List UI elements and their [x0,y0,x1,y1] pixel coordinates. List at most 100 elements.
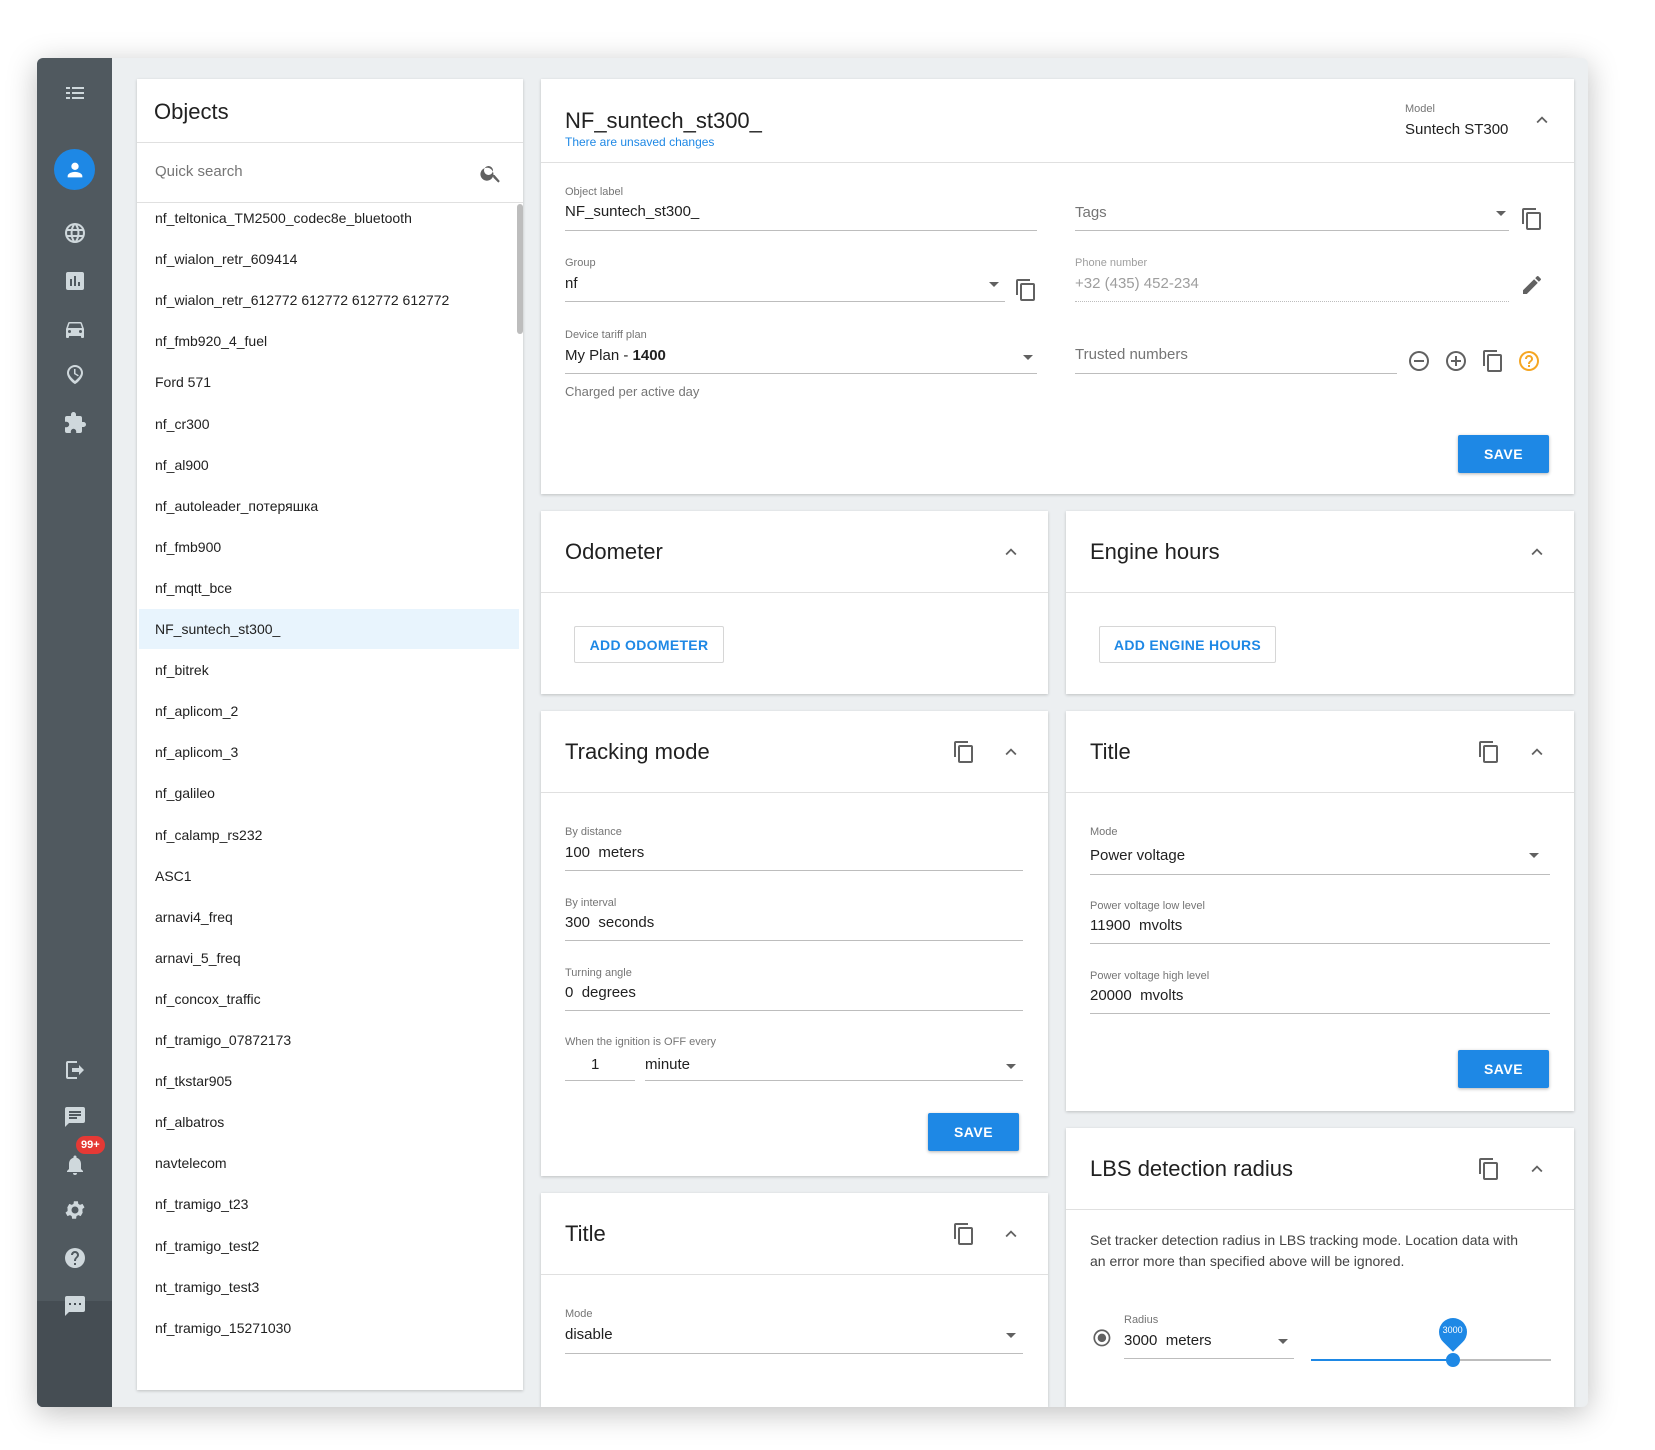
chevron-up-icon[interactable] [1526,1158,1548,1180]
radius-dropdown-arrow[interactable] [1278,1339,1288,1344]
copy-icon[interactable] [952,740,976,764]
object-list-item[interactable]: nf_tramigo_test2 [139,1226,519,1266]
copy-trusted-icon[interactable] [1481,349,1505,373]
copy-group-icon[interactable] [1014,278,1038,302]
chat-icon[interactable] [37,1286,112,1326]
odometer-title: Odometer [565,539,663,564]
ignition-unit-dropdown-arrow[interactable] [1006,1064,1016,1069]
add-circle-icon[interactable] [1444,349,1468,373]
chart-icon[interactable] [37,261,112,301]
object-list-item[interactable]: nf_autoleader_потеряшка [139,486,519,526]
history-icon[interactable] [37,354,112,394]
add-engine-hours-button[interactable]: ADD ENGINE HOURS [1099,626,1276,663]
tariff-select[interactable]: My Plan - 1400 [565,347,666,364]
help-icon[interactable] [37,1238,112,1278]
object-list-item[interactable]: arnavi_5_freq [139,938,519,978]
help-circle-icon[interactable] [1517,349,1541,373]
copy-icon[interactable] [1477,1157,1501,1181]
group-dropdown-arrow[interactable] [989,282,999,287]
object-list-item[interactable]: nf_fmb900 [139,527,519,567]
object-list-item[interactable]: nf_aplicom_2 [139,691,519,731]
car-icon[interactable] [37,309,112,349]
mode-dropdown-arrow[interactable] [1006,1333,1016,1338]
object-list-item[interactable]: nf_cr300 [139,404,519,444]
remove-circle-icon[interactable] [1407,349,1431,373]
object-list-item[interactable]: nf_teltonica_TM2500_codec8e_bluetooth [139,204,519,238]
tags-select[interactable]: Tags [1075,204,1107,221]
chevron-up-icon[interactable] [1000,1223,1022,1245]
tracking-save-button[interactable]: SAVE [928,1113,1019,1151]
ignition-off-unit-select[interactable]: minute [645,1056,690,1073]
device-save-button[interactable]: SAVE [1458,435,1549,473]
object-list-item[interactable]: nf_tramigo_15271030 [139,1308,519,1348]
object-list-item[interactable]: nf_fmb920_4_fuel [139,321,519,361]
object-list-item[interactable]: nf_aplicom_3 [139,732,519,772]
object-list-item[interactable]: nf_tramigo_t23 [139,1184,519,1224]
chevron-up-icon[interactable] [1000,541,1022,563]
search-input[interactable] [155,163,475,180]
high-level-input[interactable]: 20000 mvolts [1090,987,1183,1004]
copy-tags-icon[interactable] [1520,207,1544,231]
radio-button-icon[interactable] [1090,1326,1114,1350]
copy-icon[interactable] [1477,740,1501,764]
menu-toggle-icon[interactable] [37,73,112,113]
turning-angle-input[interactable]: 0 degrees [565,984,636,1001]
globe-icon[interactable] [37,213,112,253]
user-avatar[interactable] [54,149,95,190]
messages-icon[interactable] [37,1097,112,1137]
by-interval-input[interactable]: 300 seconds [565,914,654,931]
lbs-card: LBS detection radius Set tracker detecti… [1066,1128,1574,1407]
object-list-item[interactable]: nf_tramigo_07872173 [139,1020,519,1060]
ignition-off-value-input[interactable]: 1 [591,1056,599,1073]
mode-underline [565,1353,1023,1354]
low-level-input[interactable]: 11900 mvolts [1090,917,1182,934]
slider-thumb[interactable] [1445,1353,1460,1367]
search-icon[interactable] [479,161,503,185]
power-save-button[interactable]: SAVE [1458,1050,1549,1088]
object-label-input[interactable]: NF_suntech_st300_ [565,203,699,220]
phone-underline [1075,301,1509,302]
object-list-item[interactable]: nf_albatros [139,1102,519,1142]
edit-pencil-icon[interactable] [1520,273,1544,297]
object-list-item[interactable]: nf_mqtt_bce [139,568,519,608]
object-list-item[interactable]: Ford 571 [139,362,519,402]
object-list-item[interactable]: nf_concox_traffic [139,979,519,1019]
object-list-item[interactable]: navtelecom [139,1143,519,1183]
object-list-item[interactable]: NF_suntech_st300_ [139,609,519,649]
mode-select[interactable]: Power voltage [1090,847,1185,864]
object-list-item[interactable]: nf_bitrek [139,650,519,690]
object-list-item[interactable]: arnavi4_freq [139,897,519,937]
gear-icon[interactable] [37,1190,112,1230]
object-list-item[interactable]: ASC1 [139,856,519,896]
radius-select[interactable]: 3000 meters [1124,1332,1212,1349]
chevron-up-icon[interactable] [1000,741,1022,763]
mode-select[interactable]: disable [565,1326,613,1343]
tariff-dropdown-arrow[interactable] [1023,355,1033,360]
mode-dropdown-arrow[interactable] [1529,853,1539,858]
radius-slider[interactable]: 3000 [1311,1312,1551,1372]
mode-underline [1090,874,1550,875]
objects-scrollbar[interactable] [517,204,523,334]
tags-dropdown-arrow[interactable] [1496,211,1506,216]
object-list-item[interactable]: nf_wialon_retr_609414 [139,239,519,279]
chevron-up-icon[interactable] [1526,741,1548,763]
puzzle-icon[interactable] [37,403,112,443]
object-list-item[interactable]: nf_wialon_retr_612772 612772 612772 6127… [139,280,519,320]
object-list-item[interactable]: nf_galileo [139,773,519,813]
group-select[interactable]: nf [565,275,578,292]
object-list-item[interactable]: nf_tkstar905 [139,1061,519,1101]
mode-label: Mode [1090,826,1118,838]
high-level-unit: mvolts [1140,987,1184,1004]
logout-icon[interactable] [37,1050,112,1090]
object-list-item[interactable]: nt_tramigo_test3 [139,1267,519,1307]
chevron-up-icon[interactable] [1526,541,1548,563]
notifications-badge: 99+ [76,1136,105,1154]
copy-icon[interactable] [952,1222,976,1246]
add-odometer-button[interactable]: ADD ODOMETER [574,626,724,663]
by-distance-input[interactable]: 100 meters [565,844,644,861]
object-list-item[interactable]: nf_al900 [139,445,519,485]
slider-fill [1311,1359,1453,1361]
trusted-numbers-input[interactable]: Trusted numbers [1075,346,1188,363]
chevron-up-icon[interactable] [1531,109,1553,131]
object-list-item[interactable]: nf_calamp_rs232 [139,815,519,855]
